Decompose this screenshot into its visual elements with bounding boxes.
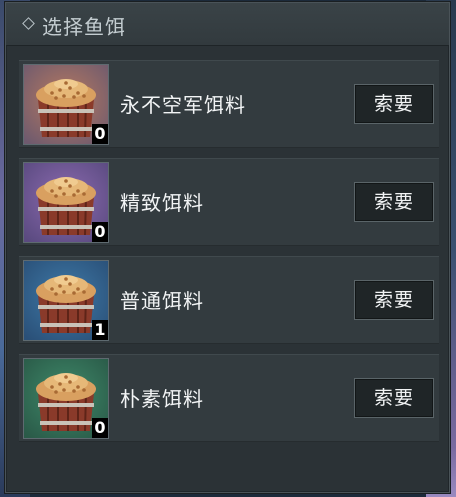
request-button[interactable]: 索要 [354, 84, 434, 124]
item-count-badge: 1 [92, 320, 108, 340]
item-count-badge: 0 [92, 124, 108, 144]
request-button[interactable]: 索要 [354, 378, 434, 418]
dialog-title: 选择鱼饵 [42, 15, 126, 39]
item-count-badge: 0 [92, 418, 108, 438]
diamond-icon [22, 17, 35, 30]
bait-name: 朴素饵料 [120, 387, 204, 411]
bait-thumbnail[interactable]: 0 [23, 64, 109, 145]
request-button[interactable]: 索要 [354, 280, 434, 320]
bait-name: 永不空军饵料 [120, 93, 246, 117]
bait-row: 0 朴素饵料 索要 [19, 354, 439, 442]
bait-thumbnail[interactable]: 1 [23, 260, 109, 341]
dialog-header: 选择鱼饵 [6, 3, 449, 46]
bait-selection-dialog: 选择鱼饵 0 永不空军饵料 索要 0 精致饵料 索要 1 普通饵料 索要 0 朴素饵料 索要 [5, 2, 450, 493]
bait-thumbnail[interactable]: 0 [23, 162, 109, 243]
bait-name: 普通饵料 [120, 289, 204, 313]
bait-row: 1 普通饵料 索要 [19, 256, 439, 344]
bait-row: 0 永不空军饵料 索要 [19, 60, 439, 148]
request-button[interactable]: 索要 [354, 182, 434, 222]
bait-name: 精致饵料 [120, 191, 204, 215]
item-count-badge: 0 [92, 222, 108, 242]
bait-thumbnail[interactable]: 0 [23, 358, 109, 439]
bait-row: 0 精致饵料 索要 [19, 158, 439, 246]
